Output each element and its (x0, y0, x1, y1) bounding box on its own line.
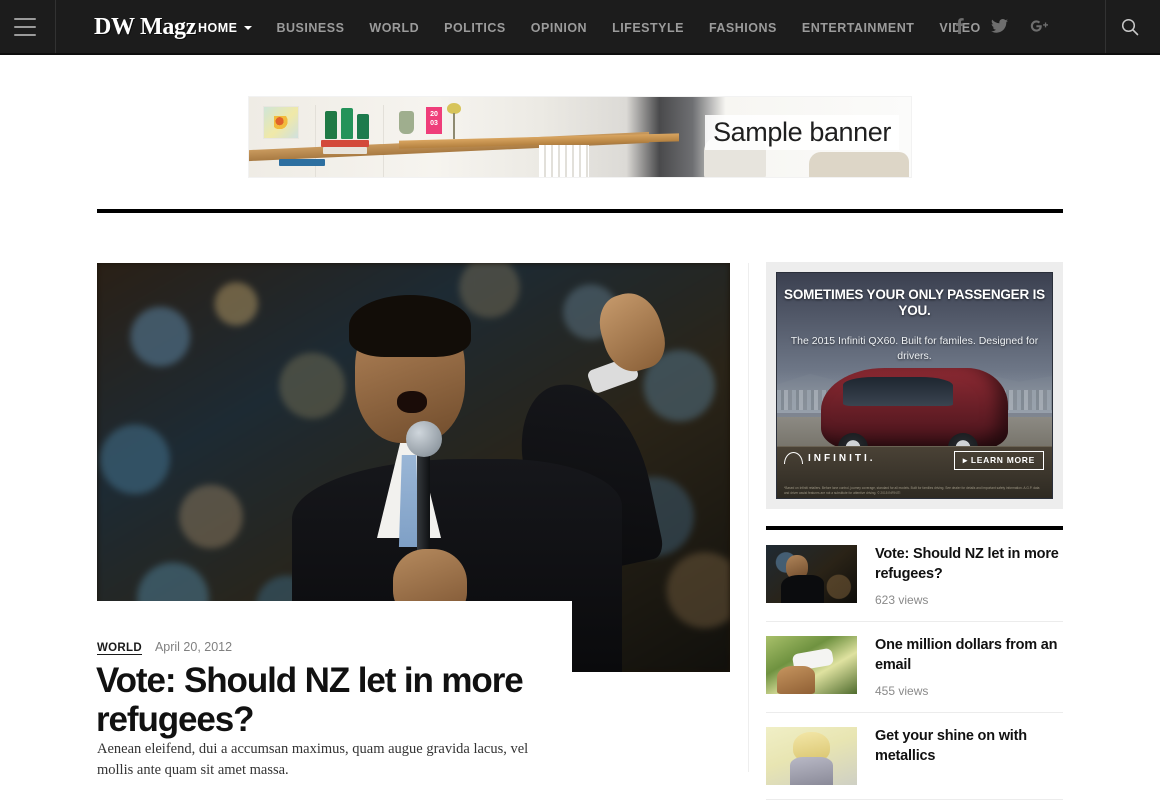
google-plus-icon[interactable] (1030, 19, 1048, 37)
post-body: Get your shine on with metallics (875, 727, 1063, 775)
banner-sofa (809, 152, 909, 177)
post-thumbnail (766, 636, 857, 695)
post-views: 455 views (875, 684, 929, 699)
post-views: 623 views (875, 593, 929, 608)
nav-item-label: HOME (198, 20, 238, 35)
ad-fine-print: *Based on Infiniti retailers. Before lan… (784, 486, 1040, 495)
banner-artwork (263, 106, 299, 139)
banner-books (279, 159, 325, 166)
banner-radiator (539, 145, 589, 177)
ad-brand-label: INFINITI. (808, 452, 876, 464)
post-title[interactable]: One million dollars from an email (875, 636, 1063, 675)
post-title[interactable]: Get your shine on with metallics (875, 727, 1063, 766)
banner-bottle (341, 108, 353, 139)
banner-books (323, 147, 367, 154)
facebook-icon[interactable] (950, 17, 968, 38)
hamburger-bar (14, 26, 36, 28)
nav-bottom-border (0, 53, 1160, 55)
nav-item-lifestyle[interactable]: LIFESTYLE (612, 21, 684, 35)
sidebar-ad-creative: SOMETIMES YOUR ONLY PASSENGER IS YOU. Th… (776, 272, 1053, 499)
sidebar-divider (748, 263, 749, 772)
infiniti-mark (784, 452, 803, 465)
post-thumbnail (766, 727, 857, 786)
post-thumbnail (766, 545, 857, 603)
post-body: Vote: Should NZ let in more refugees? 62… (875, 545, 1063, 607)
speaker-mouth (397, 391, 427, 413)
article-excerpt: Aenean eleifend, dui a accumsan maximus,… (97, 741, 529, 779)
social-links (950, 0, 1048, 55)
twitter-icon[interactable] (990, 18, 1008, 37)
banner-shelf-divider (383, 105, 384, 177)
microphone-head (406, 421, 442, 457)
ad-subheadline: The 2015 Infiniti QX60. Built for famile… (790, 334, 1039, 362)
nav-item-world[interactable]: WORLD (369, 21, 419, 35)
banner-calendar-line1: 20 (430, 111, 438, 118)
banner-bottle (325, 111, 337, 139)
nav-divider-left (55, 0, 56, 55)
sidebar-section-rule (766, 526, 1063, 530)
banner-shelf-divider (315, 105, 316, 177)
article-meta: WORLD April 20, 2012 (97, 640, 232, 655)
article-title[interactable]: Vote: Should NZ let in more refugees? (96, 661, 566, 739)
sidebar-ad[interactable]: SOMETIMES YOUR ONLY PASSENGER IS YOU. Th… (766, 262, 1063, 509)
article-category-link[interactable]: WORLD (97, 642, 142, 655)
banner-vase (399, 111, 414, 134)
learn-more-button[interactable]: ▸ LEARN MORE (953, 451, 1044, 471)
nav-item-business[interactable]: BUSINESS (277, 21, 345, 35)
banner-calendar-line2: 03 (430, 120, 438, 127)
nav-item-fashions[interactable]: FASHIONS (709, 21, 777, 35)
speaker-hair (349, 295, 471, 357)
hamburger-bar (14, 34, 36, 36)
top-navigation-bar: DW Magz HOME BUSINESS WORLD POLITICS OPI… (0, 0, 1160, 55)
article-date: April 20, 2012 (154, 640, 233, 654)
main-menu: HOME BUSINESS WORLD POLITICS OPINION LIF… (198, 0, 981, 55)
section-divider (97, 209, 1063, 213)
popular-posts-list: Vote: Should NZ let in more refugees? 62… (766, 536, 1063, 800)
banner-bottle (357, 114, 369, 139)
ad-footer-bar: INFINITI. ▸ LEARN MORE *Based on Infinit… (777, 446, 1052, 498)
nav-divider-right (1105, 0, 1106, 55)
banner-lamp (447, 103, 461, 139)
list-item[interactable]: One million dollars from an email 455 vi… (766, 622, 1063, 714)
chevron-down-icon (243, 25, 252, 30)
list-item[interactable]: Vote: Should NZ let in more refugees? 62… (766, 536, 1063, 623)
banner-calendar: 20 03 (426, 107, 442, 134)
nav-item-politics[interactable]: POLITICS (444, 21, 506, 35)
banner-ad-label: Sample banner (705, 115, 899, 150)
post-title[interactable]: Vote: Should NZ let in more refugees? (875, 545, 1063, 584)
site-logo[interactable]: DW Magz (94, 14, 196, 41)
post-body: One million dollars from an email 455 vi… (875, 636, 1063, 698)
infiniti-logo-icon: INFINITI. (784, 452, 876, 465)
nav-item-entertainment[interactable]: ENTERTAINMENT (802, 21, 915, 35)
search-icon[interactable] (1120, 17, 1140, 37)
nav-item-opinion[interactable]: OPINION (531, 21, 587, 35)
ad-headline: SOMETIMES YOUR ONLY PASSENGER IS YOU. (784, 286, 1045, 318)
banner-ad[interactable]: 20 03 Sample banner (248, 96, 912, 178)
hamburger-icon[interactable] (14, 18, 36, 36)
nav-item-home[interactable]: HOME (198, 21, 252, 35)
list-item[interactable]: Get your shine on with metallics (766, 713, 1063, 800)
ad-car-window (843, 376, 953, 406)
hamburger-bar (14, 18, 36, 20)
banner-books (321, 140, 369, 147)
